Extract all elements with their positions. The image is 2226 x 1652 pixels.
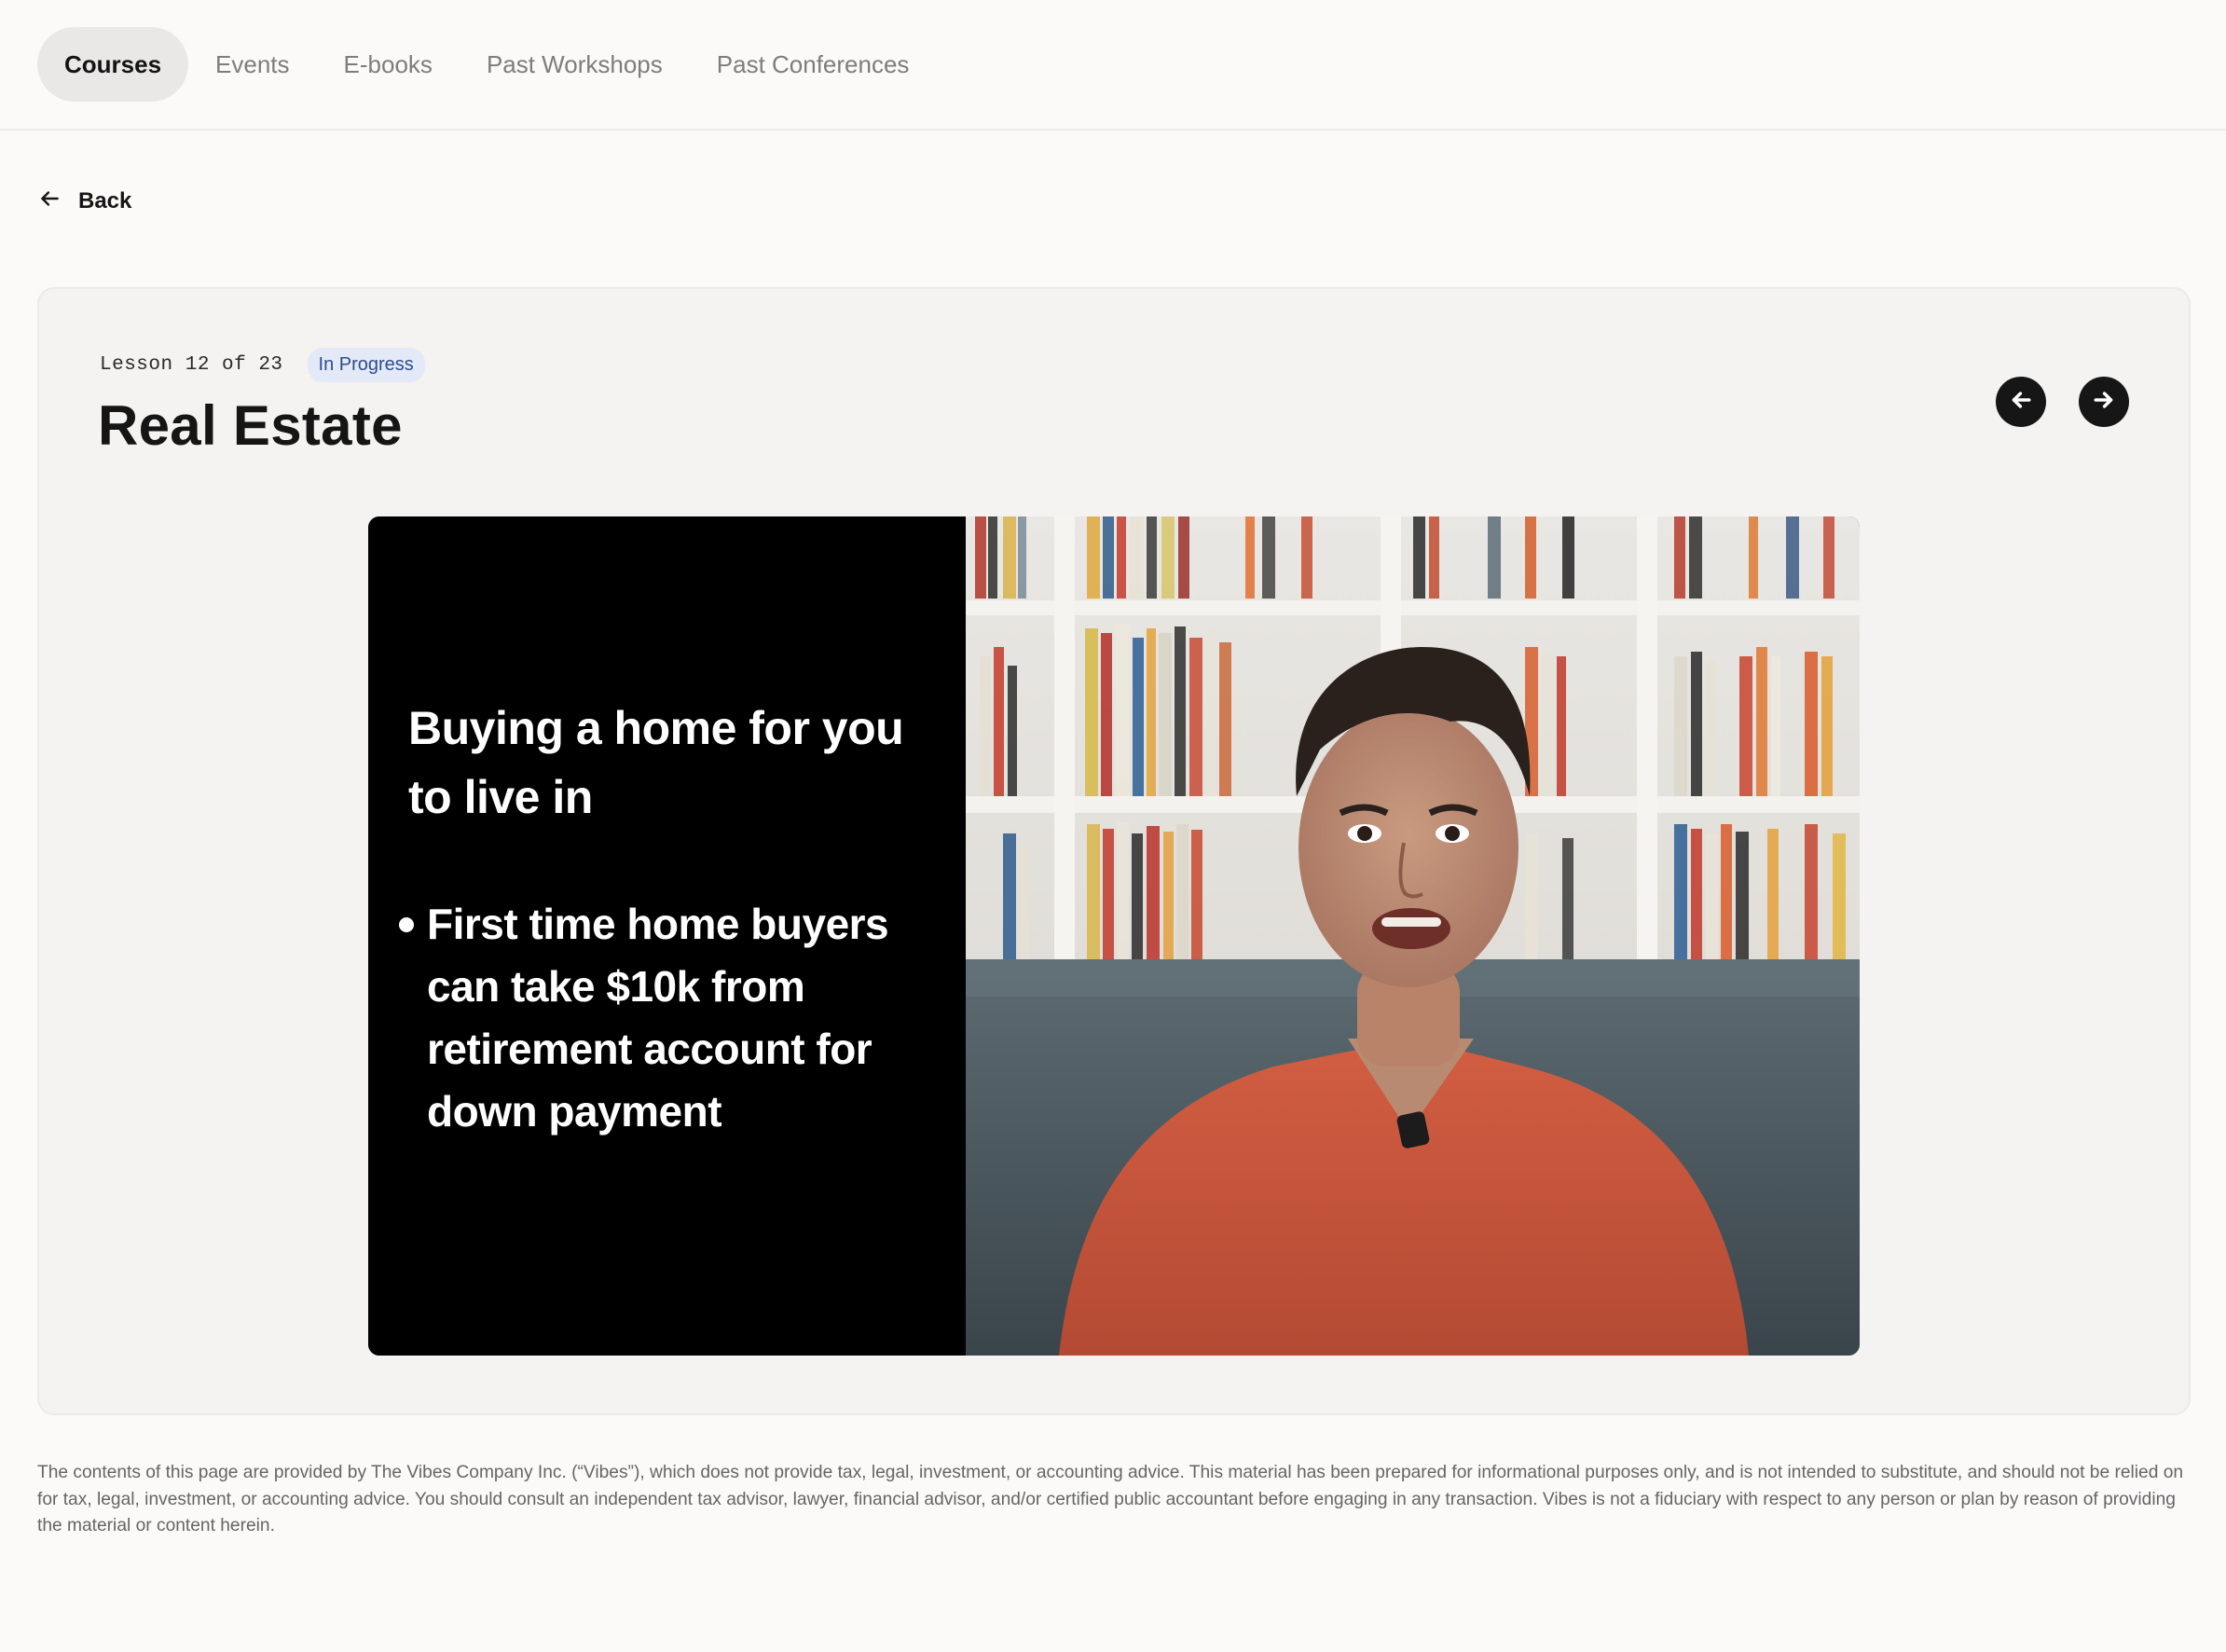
slide-bullet: First time home buyers can take $10k fro… xyxy=(399,893,949,1143)
arrow-left-icon xyxy=(37,186,62,217)
slide-heading: Buying a home for you to live in xyxy=(408,702,904,823)
tab-past-workshops[interactable]: Past Workshops xyxy=(460,27,690,102)
video-player[interactable]: Buying a home for you to live in First t… xyxy=(368,516,1860,1356)
top-nav: Courses Events E-books Past Workshops Pa… xyxy=(0,0,2226,131)
status-badge: In Progress xyxy=(307,348,425,382)
back-link[interactable]: Back xyxy=(37,183,131,220)
lesson-counter: Lesson 12 of 23 xyxy=(100,354,283,376)
lesson-title: Real Estate xyxy=(98,394,403,457)
tab-courses[interactable]: Courses xyxy=(37,27,189,102)
tab-e-books[interactable]: E-books xyxy=(317,27,460,102)
tab-events[interactable]: Events xyxy=(188,27,317,102)
legal-disclaimer: The contents of this page are provided b… xyxy=(37,1463,2184,1535)
previous-lesson-button[interactable] xyxy=(1996,377,2046,427)
slide-bullet-text: First time home buyers can take $10k fro… xyxy=(427,900,889,1136)
presenter-video-frame xyxy=(966,516,1860,1356)
arrow-left-circle-icon xyxy=(2007,386,2035,419)
lesson-meta: Lesson 12 of 23 In Progress xyxy=(100,348,425,382)
next-lesson-button[interactable] xyxy=(2079,377,2129,427)
arrow-right-circle-icon xyxy=(2090,386,2118,419)
back-label: Back xyxy=(78,188,132,213)
tab-past-conferences[interactable]: Past Conferences xyxy=(690,27,937,102)
lesson-card: Lesson 12 of 23 In Progress Real Estate … xyxy=(37,287,2191,1415)
bullet-dot xyxy=(399,917,414,932)
video-slide-panel: Buying a home for you to live in First t… xyxy=(368,516,966,1356)
